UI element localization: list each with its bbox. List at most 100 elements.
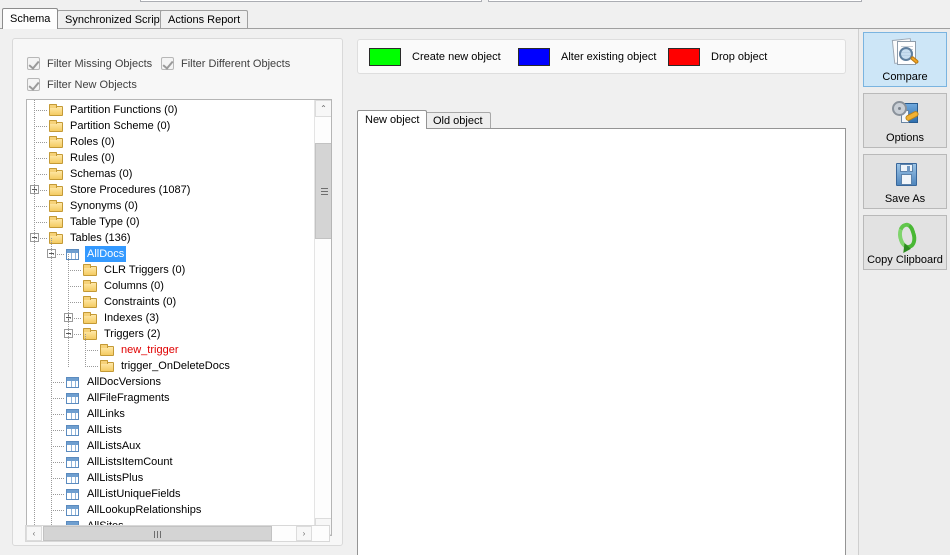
horizontal-scroll-thumb-grip-icon: [153, 531, 162, 538]
tree-node-label: AllListUniqueFields: [87, 488, 181, 500]
tree-node-label: Partition Functions (0): [70, 104, 178, 116]
filter-new-objects-checkbox[interactable]: [27, 78, 40, 91]
tree-guide-line: [51, 382, 64, 383]
table-icon: [66, 487, 82, 501]
tree-guide-line: [51, 254, 64, 255]
tree-node[interactable]: Table Type (0): [27, 214, 315, 230]
tree-node[interactable]: Partition Scheme (0): [27, 118, 315, 134]
tree-node-label: AllLookupRelationships: [87, 504, 202, 516]
schema-tree[interactable]: Partition Functions (0) Partition Scheme …: [26, 99, 332, 536]
tab-strip-baseline-gap: [3, 28, 54, 29]
filter-different-objects-label: Filter Different Objects: [181, 57, 291, 70]
filters-and-tree-group: Filter Missing Objects Filter Different …: [12, 38, 343, 546]
tree-node[interactable]: Roles (0): [27, 134, 315, 150]
legend-label-create: Create new object: [412, 51, 501, 63]
tree-node-label: Partition Scheme (0): [70, 120, 171, 132]
tree-guide-line: [34, 100, 35, 535]
top-clipped-box-left: [140, 0, 482, 2]
filter-new-objects-row[interactable]: Filter New Objects: [27, 78, 137, 91]
tree-guide-line: [51, 414, 64, 415]
tab-actions-report[interactable]: Actions Report: [160, 10, 249, 29]
vertical-scroll-thumb[interactable]: [315, 143, 331, 239]
horizontal-scroll-thumb[interactable]: [43, 526, 272, 541]
tree-node[interactable]: Tables (136): [27, 230, 315, 246]
folder-icon: [49, 119, 65, 133]
filter-different-objects-row[interactable]: Filter Different Objects: [161, 57, 290, 70]
scroll-thumb-grip-icon: [321, 188, 328, 195]
object-tab-strip: New object Old object: [357, 110, 846, 129]
tree-node-label: AllListsPlus: [87, 472, 144, 484]
tree-node[interactable]: trigger_OnDeleteDocs: [27, 358, 315, 374]
tree-guide-line: [85, 366, 98, 367]
filter-missing-objects-row[interactable]: Filter Missing Objects: [27, 57, 152, 70]
tree-node-label: Columns (0): [104, 280, 164, 292]
legend-item-drop: Drop object: [668, 48, 767, 66]
options-button[interactable]: Options: [863, 93, 947, 148]
tree-guide-line: [51, 462, 64, 463]
tree-node[interactable]: Rules (0): [27, 150, 315, 166]
compare-button[interactable]: Compare: [863, 32, 947, 87]
tree-guide-line: [51, 238, 52, 535]
tree-node-label: AllFileFragments: [87, 392, 170, 404]
folder-icon: [100, 343, 116, 357]
tree-node[interactable]: AllDocs: [27, 246, 315, 262]
schema-tree-horizontal-scrollbar[interactable]: ‹ ›: [25, 525, 330, 542]
schema-page: Filter Missing Objects Filter Different …: [0, 29, 950, 555]
schema-tree-viewport: Partition Functions (0) Partition Scheme …: [27, 100, 315, 535]
tree-node-label: Table Type (0): [70, 216, 140, 228]
tree-guide-line: [34, 206, 47, 207]
folder-icon: [49, 199, 65, 213]
tree-node[interactable]: Partition Functions (0): [27, 102, 315, 118]
tree-node[interactable]: AllListUniqueFields: [27, 486, 315, 502]
tree-node[interactable]: Schemas (0): [27, 166, 315, 182]
compare-icon: [890, 38, 922, 68]
tree-guide-line: [68, 286, 81, 287]
create-new-object-swatch-icon: [369, 48, 401, 66]
options-button-label: Options: [886, 132, 924, 144]
tree-node[interactable]: AllLists: [27, 422, 315, 438]
top-clipped-box-right: [488, 0, 862, 2]
tree-node[interactable]: Store Procedures (1087): [27, 182, 315, 198]
tree-guide-line: [85, 350, 98, 351]
tree-node[interactable]: AllListsItemCount: [27, 454, 315, 470]
tree-guide-line: [68, 254, 69, 368]
tree-node[interactable]: Synonyms (0): [27, 198, 315, 214]
tree-node[interactable]: AllListsPlus: [27, 470, 315, 486]
scroll-right-icon[interactable]: ›: [296, 526, 312, 541]
tree-node-label: Constraints (0): [104, 296, 177, 308]
tree-node[interactable]: AllFileFragments: [27, 390, 315, 406]
tree-node-label: CLR Triggers (0): [104, 264, 186, 276]
folder-icon: [49, 183, 65, 197]
tree-guide-line: [34, 190, 47, 191]
tree-node[interactable]: new_trigger: [27, 342, 315, 358]
table-icon: [66, 455, 82, 469]
tab-new-object[interactable]: New object: [357, 110, 428, 129]
tree-guide-line: [34, 158, 47, 159]
copy-clipboard-icon: [890, 220, 922, 252]
tree-node-label: AllListsItemCount: [87, 456, 173, 468]
tree-guide-line: [34, 126, 47, 127]
main-tab-strip: Schema Synchronized Script Actions Repor…: [0, 8, 950, 29]
schema-tree-vertical-scrollbar[interactable]: ⌃ ⌄: [314, 100, 331, 535]
tree-guide-line: [34, 142, 47, 143]
filter-different-objects-checkbox[interactable]: [161, 57, 174, 70]
legend-label-drop: Drop object: [711, 51, 768, 63]
tree-node[interactable]: AllDocVersions: [27, 374, 315, 390]
app-window: Schema Synchronized Script Actions Repor…: [0, 0, 950, 555]
object-content-pane[interactable]: [357, 128, 846, 555]
folder-icon: [83, 263, 99, 277]
save-as-button[interactable]: Save As: [863, 154, 947, 209]
tab-schema[interactable]: Schema: [2, 8, 59, 29]
legend-label-alter: Alter existing object: [561, 51, 657, 63]
tree-node[interactable]: AllLinks: [27, 406, 315, 422]
scroll-left-icon[interactable]: ‹: [26, 526, 42, 541]
scroll-up-icon[interactable]: ⌃: [315, 100, 331, 117]
filter-missing-objects-checkbox[interactable]: [27, 57, 40, 70]
tab-synchronized-script[interactable]: Synchronized Script: [57, 10, 171, 29]
tree-node[interactable]: AllLookupRelationships: [27, 502, 315, 518]
tab-old-object[interactable]: Old object: [425, 112, 491, 129]
copy-clipboard-button[interactable]: Copy Clipboard: [863, 215, 947, 270]
tree-node[interactable]: AllListsAux: [27, 438, 315, 454]
tree-guide-line: [51, 510, 64, 511]
table-icon: [66, 439, 82, 453]
